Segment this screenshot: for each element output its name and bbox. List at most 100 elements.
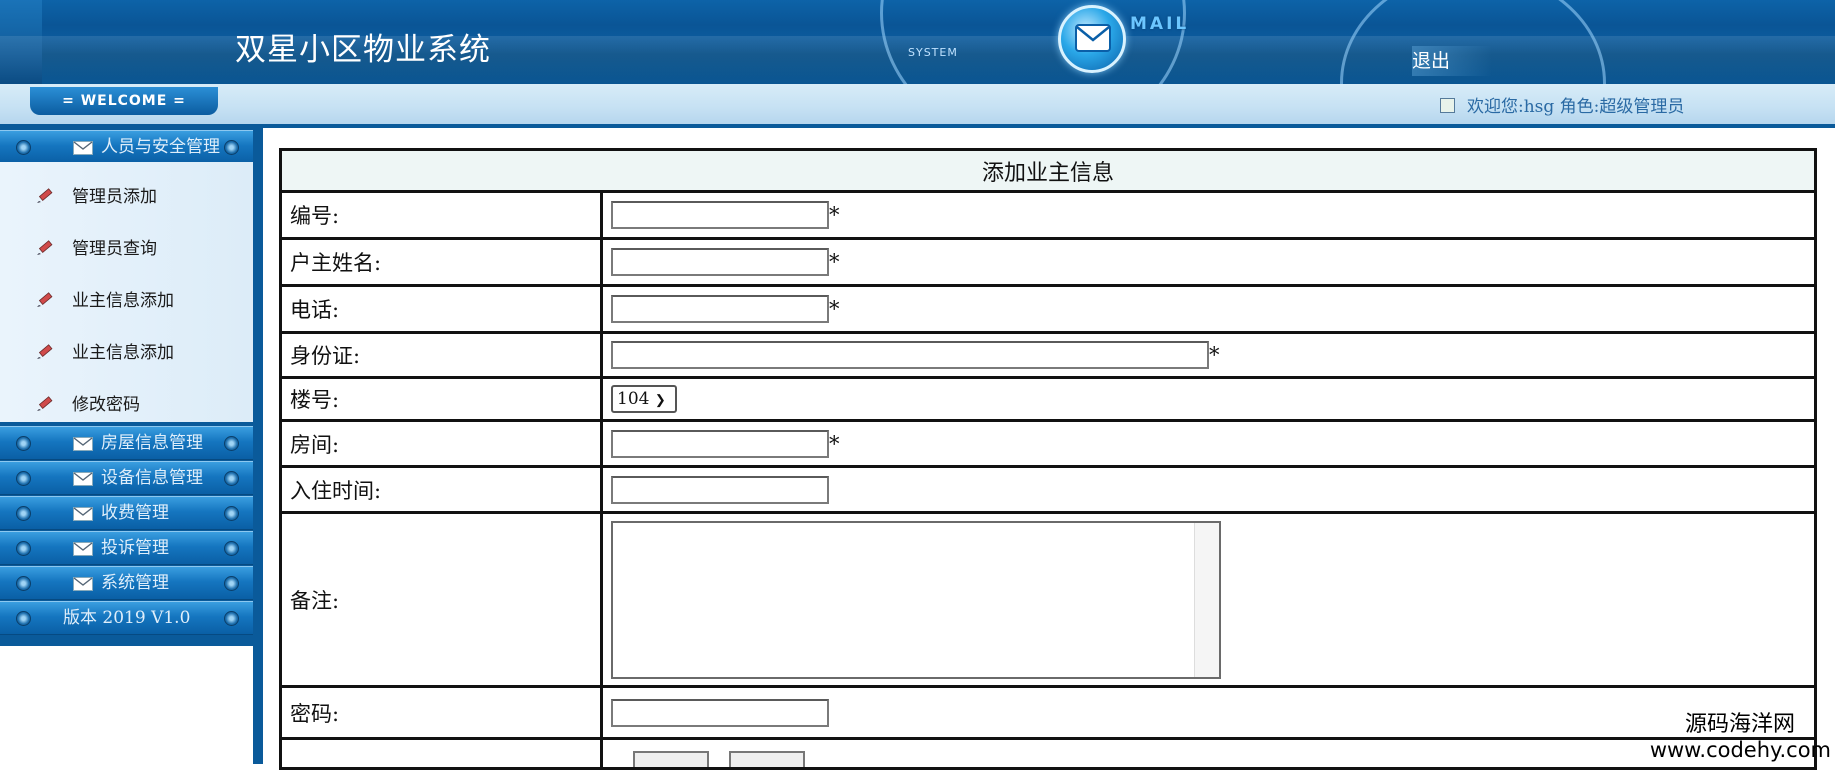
- system-label: SYSTEM: [908, 46, 958, 59]
- mail-label: MAIL: [1130, 14, 1190, 34]
- bullet-icon: [224, 541, 239, 556]
- bullet-icon: [16, 506, 31, 521]
- envelope-icon: [1075, 24, 1111, 52]
- sidebar-section-label: 收费管理: [101, 503, 169, 523]
- sidebar-item-label: 业主信息添加: [72, 291, 174, 311]
- sidebar-panel: 人员与安全管理 管理员添加 管理员查询 业主信息添加 业主信息添加 修改密码 房…: [0, 128, 253, 646]
- header-swoosh-left: [880, 0, 1186, 84]
- building-select[interactable]: 104 ❯: [611, 385, 677, 413]
- envelope-icon: [73, 507, 93, 521]
- form-title: 添加业主信息: [279, 148, 1817, 193]
- envelope-icon: [73, 437, 93, 451]
- sidebar-item-admin-add[interactable]: 管理员添加: [0, 168, 253, 220]
- chevron-down-icon: ❯: [654, 393, 666, 408]
- sidebar: 人员与安全管理 管理员添加 管理员查询 业主信息添加 业主信息添加 修改密码 房…: [0, 128, 253, 764]
- remarks-textarea[interactable]: [611, 520, 1221, 679]
- required-mark: *: [1209, 343, 1220, 367]
- sidebar-divider: [253, 124, 263, 764]
- sidebar-item-owner-add[interactable]: 业主信息添加: [0, 272, 253, 324]
- bullet-icon: [224, 471, 239, 486]
- user-info: 欢迎您:hsg 角色:超级管理员: [1440, 92, 1684, 117]
- building-value: 104: [617, 389, 650, 409]
- bullet-icon: [16, 140, 31, 155]
- submit-button[interactable]: [633, 751, 709, 767]
- id-input[interactable]: [611, 201, 829, 229]
- pencil-icon: [37, 292, 53, 307]
- sidebar-section-label: 系统管理: [101, 573, 169, 593]
- user-info-text: 欢迎您:hsg 角色:超级管理员: [1467, 97, 1685, 117]
- owner-name-label: 户主姓名:: [279, 237, 603, 287]
- owner-form: 添加业主信息 编号: * 户主姓名: * 电话: * 身份证: * 楼号: 10…: [279, 148, 1817, 770]
- pencil-icon: [37, 344, 53, 359]
- bullet-icon: [16, 611, 31, 626]
- watermark-line1: 源码海洋网: [1684, 712, 1795, 737]
- envelope-icon: [73, 577, 93, 591]
- id-card-input[interactable]: [611, 341, 1209, 369]
- sidebar-section-personnel[interactable]: 人员与安全管理: [0, 130, 253, 164]
- remarks-label: 备注:: [279, 511, 603, 688]
- app-title: 双星小区物业系统: [235, 32, 491, 68]
- sidebar-section-fees[interactable]: 收费管理: [0, 496, 253, 530]
- sidebar-section-label: 设备信息管理: [101, 468, 203, 488]
- sidebar-item-owner-add-2[interactable]: 业主信息添加: [0, 324, 253, 376]
- user-card-icon: [1440, 98, 1455, 113]
- bullet-icon: [16, 541, 31, 556]
- bullet-icon: [16, 576, 31, 591]
- move-in-label: 入住时间:: [279, 465, 603, 514]
- sidebar-version: 版本 2019 V1.0: [0, 601, 253, 635]
- button-row-label: [279, 737, 603, 770]
- phone-input[interactable]: [611, 295, 829, 323]
- bullet-icon: [224, 506, 239, 521]
- sidebar-item-label: 业主信息添加: [72, 343, 174, 363]
- pencil-icon: [37, 396, 53, 411]
- sidebar-item-admin-query[interactable]: 管理员查询: [0, 220, 253, 272]
- pencil-icon: [37, 240, 53, 255]
- watermark-line2: www.codehy.com: [1649, 738, 1831, 762]
- sidebar-section-equipment[interactable]: 设备信息管理: [0, 461, 253, 495]
- bullet-icon: [224, 140, 239, 155]
- owner-name-input[interactable]: [611, 248, 829, 276]
- required-mark: *: [829, 203, 840, 227]
- sidebar-section-label: 投诉管理: [101, 538, 169, 558]
- sidebar-item-label: 修改密码: [72, 395, 140, 415]
- sidebar-item-label: 管理员添加: [72, 187, 157, 207]
- password-label: 密码:: [279, 685, 603, 740]
- sidebar-section-label: 人员与安全管理: [101, 137, 220, 157]
- pencil-icon: [37, 188, 53, 203]
- room-input[interactable]: [611, 429, 829, 458]
- envelope-icon: [73, 472, 93, 486]
- header-banner: 双星小区物业系统 SYSTEM MAIL 退出: [0, 0, 1835, 84]
- id-card-label: 身份证:: [279, 331, 603, 379]
- sidebar-section-housing[interactable]: 房屋信息管理: [0, 426, 253, 460]
- sidebar-section-label: 房屋信息管理: [101, 433, 203, 453]
- reset-button[interactable]: [729, 751, 805, 767]
- welcome-tab: = WELCOME =: [30, 87, 218, 115]
- envelope-icon: [73, 141, 93, 155]
- phone-label: 电话:: [279, 284, 603, 334]
- sidebar-submenu: 管理员添加 管理员查询 业主信息添加 业主信息添加 修改密码: [0, 162, 253, 422]
- id-label: 编号:: [279, 190, 603, 240]
- sidebar-item-label: 管理员查询: [72, 239, 157, 259]
- sidebar-section-system[interactable]: 系统管理: [0, 566, 253, 600]
- version-label: 版本 2019 V1.0: [63, 608, 191, 628]
- envelope-icon: [73, 542, 93, 556]
- bullet-icon: [224, 611, 239, 626]
- sidebar-item-change-password[interactable]: 修改密码: [0, 376, 253, 428]
- mail-icon[interactable]: [1058, 5, 1126, 73]
- password-input[interactable]: [611, 698, 829, 727]
- required-mark: *: [829, 297, 840, 321]
- building-label: 楼号:: [279, 376, 603, 422]
- sidebar-section-complaints[interactable]: 投诉管理: [0, 531, 253, 565]
- textarea-scrollbar[interactable]: [1194, 522, 1219, 677]
- logout-button[interactable]: 退出: [1412, 46, 1492, 76]
- bullet-icon: [16, 436, 31, 451]
- bullet-icon: [224, 436, 239, 451]
- watermark: 源码海洋网 www.codehy.com: [1650, 706, 1831, 762]
- required-mark: *: [829, 431, 840, 456]
- bullet-icon: [224, 576, 239, 591]
- move-in-input[interactable]: [611, 475, 829, 504]
- room-label: 房间:: [279, 419, 603, 468]
- bullet-icon: [16, 471, 31, 486]
- welcome-bar: = WELCOME = 欢迎您:hsg 角色:超级管理员: [0, 84, 1835, 128]
- required-mark: *: [829, 250, 840, 274]
